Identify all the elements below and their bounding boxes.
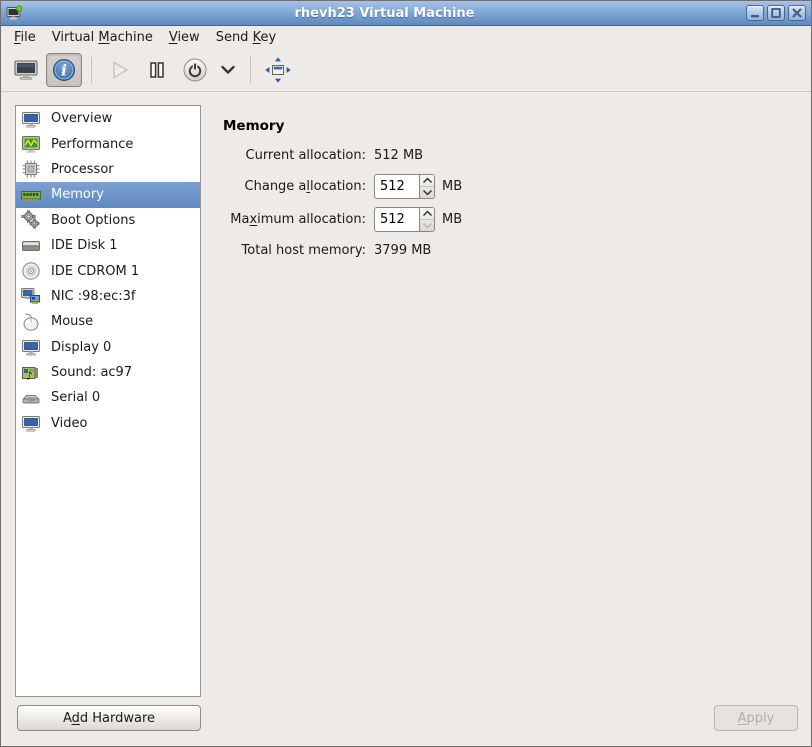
change-allocation-spin-down[interactable] <box>420 187 434 198</box>
show-console-button[interactable] <box>8 53 44 87</box>
run-button <box>101 53 137 87</box>
vm-details-window: rhevh23 Virtual Machine File Virtual Mac… <box>0 0 812 747</box>
spin-down-icon <box>422 189 433 196</box>
sidebar-item-performance[interactable]: Performance <box>16 131 200 156</box>
window-title: rhevh23 Virtual Machine <box>23 6 746 21</box>
maximize-button[interactable] <box>767 5 785 21</box>
change-allocation-spin-up[interactable] <box>420 175 434 187</box>
toolbar-separator <box>91 57 92 83</box>
toolbar-separator <box>250 57 251 83</box>
sound-icon: ♪ <box>20 362 42 384</box>
menu-send-key[interactable]: Send Key <box>208 27 284 48</box>
minimize-button[interactable] <box>746 5 764 21</box>
current-allocation-value: 512 MB <box>374 148 423 163</box>
console-monitor-icon <box>13 57 39 83</box>
apply-button: Apply <box>714 705 798 731</box>
disk-icon <box>20 235 42 257</box>
change-allocation-spinbox <box>374 174 435 199</box>
sidebar-item-overview[interactable]: Overview <box>16 106 200 131</box>
menu-virtual-machine[interactable]: Virtual Machine <box>44 27 161 48</box>
maximum-allocation-spin-up[interactable] <box>420 208 434 220</box>
shutdown-menu-button[interactable] <box>215 53 241 87</box>
play-icon <box>106 57 132 83</box>
sidebar-item-video[interactable]: Video <box>16 411 200 436</box>
memory-icon <box>20 184 42 206</box>
power-icon <box>181 56 209 84</box>
total-host-memory-label: Total host memory: <box>223 243 366 258</box>
change-allocation-unit: MB <box>442 179 462 194</box>
sidebar-item-label: Memory <box>51 187 104 202</box>
spin-down-icon <box>422 222 433 229</box>
sidebar-item-ide-disk-1[interactable]: IDE Disk 1 <box>16 233 200 258</box>
sidebar-item-label: Mouse <box>51 314 93 329</box>
svg-text:♪: ♪ <box>26 369 33 382</box>
overview-icon <box>20 108 42 130</box>
sidebar-item-processor[interactable]: Processor <box>16 157 200 182</box>
sidebar-item-memory[interactable]: Memory <box>16 182 200 207</box>
sidebar-item-sound[interactable]: ♪ Sound: ac97 <box>16 360 200 385</box>
nic-icon <box>20 285 42 307</box>
memory-heading: Memory <box>223 118 801 134</box>
sidebar-item-label: Processor <box>51 162 114 177</box>
sidebar-item-label: IDE Disk 1 <box>51 238 118 253</box>
spin-up-icon <box>422 177 433 184</box>
sidebar-item-label: IDE CDROM 1 <box>51 264 139 279</box>
menu-view[interactable]: View <box>161 27 208 48</box>
sidebar-item-label: Boot Options <box>51 213 135 228</box>
sidebar-item-boot-options[interactable]: Boot Options <box>16 208 200 233</box>
sidebar-item-label: Overview <box>51 111 112 126</box>
maximum-allocation-spinbox <box>374 207 435 232</box>
total-host-memory-value: 3799 MB <box>374 243 431 258</box>
sidebar-item-display-0[interactable]: Display 0 <box>16 335 200 360</box>
sidebar-item-ide-cdrom-1[interactable]: IDE CDROM 1 <box>16 258 200 283</box>
sidebar-item-label: NIC :98:ec:3f <box>51 289 135 304</box>
sidebar-item-label: Sound: ac97 <box>51 365 132 380</box>
toolbar: i <box>1 48 811 92</box>
sidebar-item-label: Display 0 <box>51 340 111 355</box>
window-icon <box>6 5 23 22</box>
mouse-icon <box>20 311 42 333</box>
chevron-down-icon <box>217 59 239 81</box>
fullscreen-button[interactable] <box>260 53 296 87</box>
boot-options-icon <box>20 209 42 231</box>
add-hardware-button[interactable]: Add Hardware <box>17 705 201 731</box>
svg-text:i: i <box>61 61 67 79</box>
info-icon: i <box>51 57 77 83</box>
sidebar-item-label: Performance <box>51 137 133 152</box>
video-icon <box>20 412 42 434</box>
shutdown-button[interactable] <box>177 53 213 87</box>
sidebar-item-label: Video <box>51 416 87 431</box>
sidebar-item-nic[interactable]: NIC :98:ec:3f <box>16 284 200 309</box>
processor-icon <box>20 158 42 180</box>
maximum-allocation-unit: MB <box>442 212 462 227</box>
display-icon <box>20 336 42 358</box>
show-details-button[interactable]: i <box>46 53 82 87</box>
maximum-allocation-input[interactable] <box>375 208 419 231</box>
change-allocation-input[interactable] <box>375 175 419 198</box>
hardware-list: Overview Performance <box>15 105 201 697</box>
maximum-allocation-label: Maximum allocation: <box>223 212 366 227</box>
pause-button[interactable] <box>139 53 175 87</box>
sidebar-item-mouse[interactable]: Mouse <box>16 309 200 334</box>
spin-up-icon <box>422 210 433 217</box>
fullscreen-icon <box>263 55 293 85</box>
performance-icon <box>20 133 42 155</box>
menubar: File Virtual Machine View Send Key <box>1 26 811 48</box>
close-button[interactable] <box>788 5 806 21</box>
current-allocation-label: Current allocation: <box>223 148 366 163</box>
memory-panel: Memory Current allocation: 512 MB Change… <box>223 118 801 258</box>
sidebar-item-serial-0[interactable]: Serial 0 <box>16 385 200 410</box>
maximum-allocation-spin-down <box>420 220 434 231</box>
sidebar-item-label: Serial 0 <box>51 390 100 405</box>
serial-icon <box>20 387 42 409</box>
pause-icon <box>144 57 170 83</box>
menu-file[interactable]: File <box>6 27 44 48</box>
titlebar[interactable]: rhevh23 Virtual Machine <box>1 1 811 26</box>
cdrom-icon <box>20 260 42 282</box>
change-allocation-label: Change allocation: <box>223 179 366 194</box>
